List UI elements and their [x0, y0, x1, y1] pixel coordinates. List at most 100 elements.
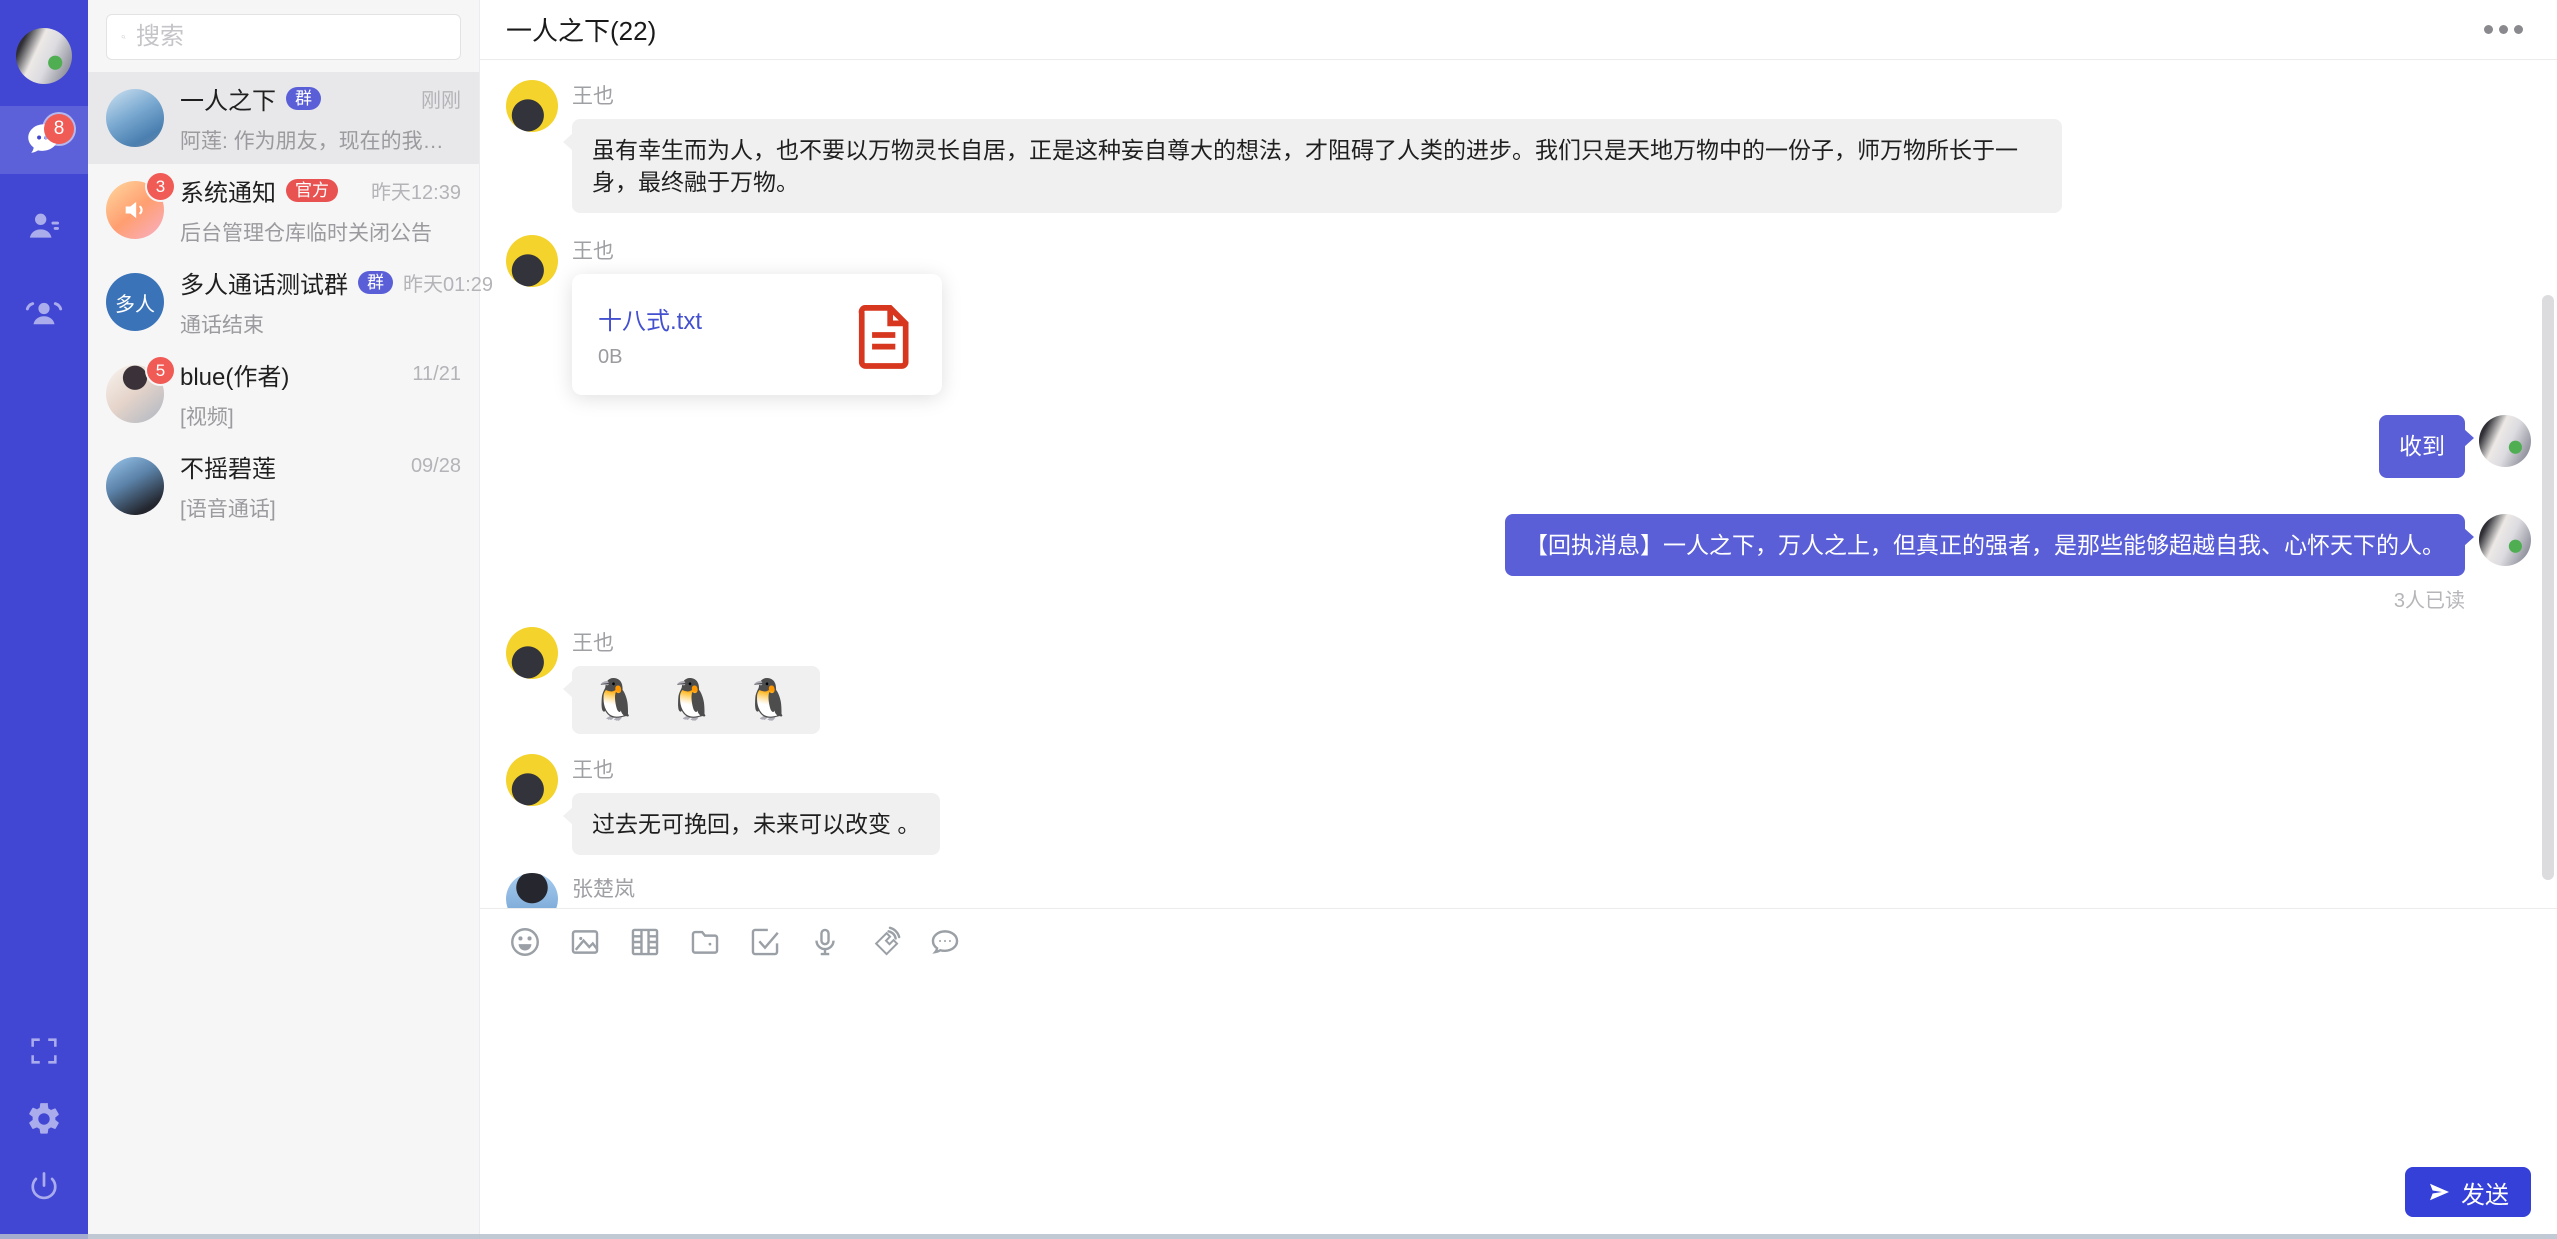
sender-name: 王也	[572, 80, 2062, 110]
emoji-icon	[508, 925, 542, 959]
search-icon	[121, 25, 126, 49]
fullscreen-icon	[27, 1034, 61, 1068]
message-bubble[interactable]: 虽有幸生而为人，也不要以万物灵长自居，正是这种妄自尊大的想法，才阻碍了人类的进步…	[572, 119, 2062, 213]
conversation-item[interactable]: 一人之下 群 刚刚 阿莲: 作为朋友，现在的我没法...	[88, 72, 479, 164]
conversation-title: 一人之下	[180, 81, 276, 116]
sender-avatar[interactable]	[506, 80, 558, 132]
file-size: 0B	[598, 346, 838, 369]
conversation-item[interactable]: 3 系统通知 官方 昨天12:39 后台管理仓库临时关闭公告	[88, 164, 479, 256]
conversation-preview: 阿莲: 作为朋友，现在的我没法...	[180, 125, 461, 155]
emoji-button[interactable]	[506, 923, 544, 961]
mic-button[interactable]	[806, 923, 844, 961]
app-rail: 8	[0, 0, 88, 1239]
read-status: 3人已读	[2394, 584, 2465, 613]
screenshot-icon	[748, 925, 782, 959]
message-outgoing: 【回执消息】一人之下，万人之上，但真正的强者，是那些能够超越自我、心怀天下的人。…	[506, 514, 2531, 613]
contacts-icon	[24, 206, 64, 246]
image-icon	[568, 925, 602, 959]
conversation-time: 刚刚	[421, 84, 461, 113]
video-button[interactable]	[626, 923, 664, 961]
chat-title: 一人之下(22)	[506, 11, 656, 48]
file-name[interactable]: 十八式.txt	[598, 301, 838, 336]
message-incoming: 王也 虽有幸生而为人，也不要以万物灵长自居，正是这种妄自尊大的想法，才阻碍了人类…	[506, 80, 2531, 213]
nav-chats[interactable]: 8	[0, 106, 88, 174]
user-avatar[interactable]	[16, 28, 72, 84]
conversation-time: 09/28	[411, 455, 461, 478]
conversation-time: 昨天12:39	[371, 176, 461, 205]
message-list: 王也 虽有幸生而为人，也不要以万物灵长自居，正是这种妄自尊大的想法，才阻碍了人类…	[480, 60, 2557, 908]
sender-avatar[interactable]	[506, 873, 558, 908]
file-attachment-card[interactable]: 十八式.txt 0B	[572, 274, 942, 395]
chat-unread-badge: 8	[44, 114, 74, 144]
search-input[interactable]	[136, 23, 446, 51]
message-incoming: 张楚岚 作为朋友，现在的我没法保证救你逃出生天，我能保证的只有...如果你真的会…	[506, 873, 2531, 908]
send-plane-icon	[2427, 1180, 2451, 1204]
power-button[interactable]	[0, 1161, 88, 1213]
conversation-title: 不摇碧莲	[180, 449, 276, 484]
sender-name: 王也	[572, 235, 942, 265]
sender-avatar[interactable]	[506, 627, 558, 679]
conversation-time: 昨天01:29	[403, 268, 493, 297]
nav-contacts[interactable]	[0, 192, 88, 260]
more-menu-button[interactable]	[2480, 17, 2527, 42]
sticker-bubble[interactable]: 🐧 🐧 🐧	[572, 666, 820, 734]
message-bubble[interactable]: 收到	[2379, 415, 2465, 477]
message-incoming-sticker: 王也 🐧 🐧 🐧	[506, 627, 2531, 734]
unread-badge: 3	[147, 173, 174, 200]
scrollbar-thumb[interactable]	[2542, 295, 2554, 880]
sender-name: 王也	[572, 754, 940, 784]
video-icon	[628, 925, 662, 959]
group-avatar	[106, 89, 164, 147]
avatar-text: 多人	[115, 288, 155, 317]
official-badge: 官方	[286, 179, 338, 202]
nav-groups[interactable]	[0, 278, 88, 346]
call-button[interactable]	[866, 923, 904, 961]
chat-main: 一人之下(22) 王也 虽有幸生而为人，也不要以万物灵长自居，正是这种妄自尊大的…	[480, 0, 2557, 1239]
self-avatar[interactable]	[2479, 514, 2531, 566]
message-bubble[interactable]: 【回执消息】一人之下，万人之上，但真正的强者，是那些能够超越自我、心怀天下的人。	[1505, 514, 2465, 576]
send-label: 发送	[2461, 1175, 2509, 1210]
contact-avatar	[106, 457, 164, 515]
folder-button[interactable]	[686, 923, 724, 961]
sender-name: 张楚岚	[572, 873, 1873, 903]
conversation-preview: [语音通话]	[180, 493, 461, 523]
window-bottom-edge	[0, 1234, 2557, 1239]
settings-button[interactable]	[0, 1093, 88, 1145]
search-box[interactable]	[106, 14, 461, 60]
groups-icon	[23, 291, 65, 333]
group-badge: 群	[286, 87, 321, 110]
chat-history-button[interactable]	[926, 923, 964, 961]
document-file-icon	[854, 301, 916, 369]
group-badge: 群	[358, 271, 393, 294]
mic-icon	[808, 925, 842, 959]
message-input[interactable]	[480, 973, 2557, 1159]
sender-avatar[interactable]	[506, 235, 558, 287]
composer-toolbar	[480, 909, 2557, 961]
message-incoming-file: 王也 十八式.txt 0B	[506, 235, 2531, 395]
self-avatar[interactable]	[2479, 415, 2531, 467]
multi-call-avatar: 多人	[106, 273, 164, 331]
send-button[interactable]: 发送	[2405, 1167, 2531, 1217]
conversation-title: blue(作者)	[180, 357, 289, 392]
power-icon	[26, 1169, 62, 1205]
sender-avatar[interactable]	[506, 754, 558, 806]
fullscreen-button[interactable]	[0, 1025, 88, 1077]
conversation-item[interactable]: 多人 多人通话测试群 群 昨天01:29 通话结束	[88, 256, 479, 348]
conversation-preview: 后台管理仓库临时关闭公告	[180, 217, 461, 247]
composer: 发送	[480, 908, 2557, 1239]
message-incoming: 王也 过去无可挽回，未来可以改变 。	[506, 754, 2531, 855]
screenshot-button[interactable]	[746, 923, 784, 961]
settings-gear-icon	[25, 1100, 63, 1138]
conversation-item[interactable]: 不摇碧莲 09/28 [语音通话]	[88, 440, 479, 532]
message-bubble[interactable]: 过去无可挽回，未来可以改变 。	[572, 793, 940, 855]
sender-name: 王也	[572, 627, 820, 657]
speaker-icon	[121, 196, 149, 224]
conversation-time: 11/21	[412, 363, 461, 386]
conversation-preview: 通话结束	[180, 309, 461, 339]
conversation-panel: 一人之下 群 刚刚 阿莲: 作为朋友，现在的我没法... 3 系统通知 官方 昨…	[88, 0, 480, 1239]
conversation-item[interactable]: 5 blue(作者) 11/21 [视频]	[88, 348, 479, 440]
image-button[interactable]	[566, 923, 604, 961]
folder-icon	[688, 925, 722, 959]
conversation-title: 多人通话测试群	[180, 265, 348, 300]
chat-header: 一人之下(22)	[480, 0, 2557, 60]
